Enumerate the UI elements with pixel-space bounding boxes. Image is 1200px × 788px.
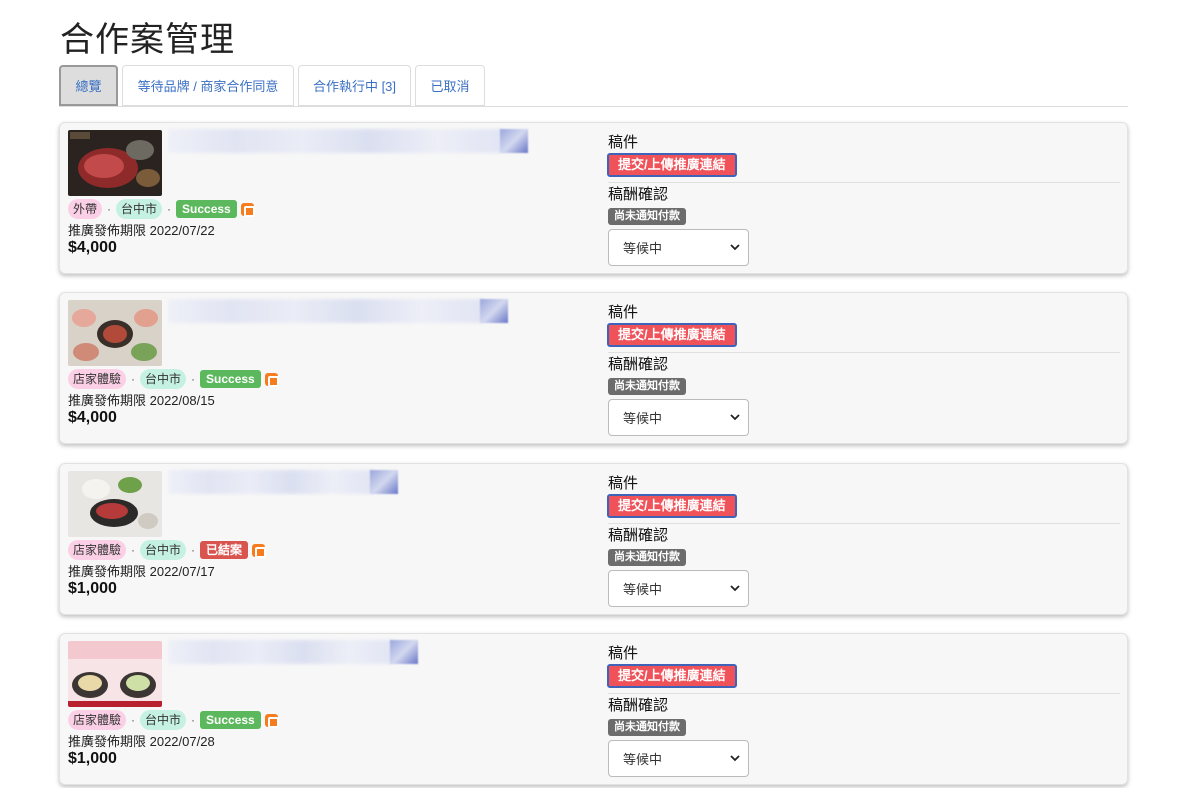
price: $4,000 bbox=[68, 239, 117, 256]
submit-link-button[interactable]: 提交/上傳推廣連結 bbox=[607, 153, 737, 177]
submit-link-button[interactable]: 提交/上傳推廣連結 bbox=[607, 494, 737, 518]
status-select[interactable]: 等候中 bbox=[608, 740, 749, 777]
select-value: 等候中 bbox=[623, 582, 663, 597]
separator-dot: · bbox=[191, 372, 196, 386]
payment-label: 稿酬確認 bbox=[608, 356, 669, 373]
payment-status-badge: 尚未通知付款 bbox=[608, 719, 686, 736]
city-tag: 台中市 bbox=[140, 540, 187, 560]
status-select[interactable]: 等候中 bbox=[608, 229, 749, 266]
blurred-title bbox=[168, 299, 484, 323]
separator-dot: · bbox=[131, 713, 136, 727]
blurred-title bbox=[390, 640, 418, 664]
separator-dot: · bbox=[131, 543, 136, 557]
payment-status-badge: 尚未通知付款 bbox=[608, 549, 686, 566]
separator-dot: · bbox=[167, 202, 172, 216]
payment-label: 稿酬確認 bbox=[608, 186, 669, 203]
tag-row: 店家體驗 · 台中市 · Success bbox=[68, 369, 279, 389]
submission-label: 稿件 bbox=[608, 134, 639, 151]
publish-deadline: 推廣發佈期限 2022/07/17 bbox=[68, 564, 215, 579]
publish-deadline: 推廣發佈期限 2022/08/15 bbox=[68, 393, 215, 408]
separator-dot: · bbox=[191, 713, 196, 727]
city-tag: 台中市 bbox=[140, 710, 187, 730]
city-tag: 台中市 bbox=[116, 199, 163, 219]
chevron-down-icon bbox=[730, 755, 740, 762]
payment-label: 稿酬確認 bbox=[608, 697, 669, 714]
blurred-title bbox=[168, 470, 374, 494]
tab-bar: 總覽 等待品牌 / 商家合作同意 合作執行中 [3] 已取消 bbox=[59, 65, 1128, 107]
blurred-title bbox=[168, 129, 504, 153]
case-card: 店家體驗 · 台中市 · Success 推廣發佈期限 2022/07/28 $… bbox=[59, 633, 1128, 785]
price: $4,000 bbox=[68, 409, 117, 426]
blurred-title bbox=[168, 640, 394, 664]
separator-dot: · bbox=[131, 372, 136, 386]
chevron-down-icon bbox=[730, 585, 740, 592]
type-tag: 店家體驗 bbox=[68, 710, 127, 730]
blogger-icon[interactable] bbox=[252, 543, 267, 558]
case-thumbnail[interactable] bbox=[68, 300, 162, 366]
price: $1,000 bbox=[68, 750, 117, 767]
case-thumbnail[interactable] bbox=[68, 471, 162, 537]
blogger-icon[interactable] bbox=[264, 372, 279, 387]
publish-deadline: 推廣發佈期限 2022/07/22 bbox=[68, 223, 215, 238]
divider bbox=[608, 693, 1120, 694]
case-card: 外帶 · 台中市 · Success 推廣發佈期限 2022/07/22 $4,… bbox=[59, 122, 1128, 274]
select-value: 等候中 bbox=[623, 411, 663, 426]
case-thumbnail[interactable] bbox=[68, 130, 162, 196]
tag-row: 店家體驗 · 台中市 · Success bbox=[68, 710, 279, 730]
payment-status-badge: 尚未通知付款 bbox=[608, 378, 686, 395]
status-select[interactable]: 等候中 bbox=[608, 570, 749, 607]
tab-in-progress[interactable]: 合作執行中 [3] bbox=[298, 65, 411, 106]
select-value: 等候中 bbox=[623, 241, 663, 256]
divider bbox=[608, 523, 1120, 524]
blurred-title bbox=[500, 129, 528, 153]
tab-overview[interactable]: 總覽 bbox=[59, 65, 118, 106]
blurred-title bbox=[480, 299, 508, 323]
status-badge: Success bbox=[176, 200, 237, 218]
separator-dot: · bbox=[107, 202, 112, 216]
submit-link-button[interactable]: 提交/上傳推廣連結 bbox=[607, 323, 737, 347]
type-tag: 店家體驗 bbox=[68, 540, 127, 560]
blurred-title bbox=[370, 470, 398, 494]
blogger-icon[interactable] bbox=[264, 713, 279, 728]
chevron-down-icon bbox=[730, 244, 740, 251]
status-select[interactable]: 等候中 bbox=[608, 399, 749, 436]
publish-deadline: 推廣發佈期限 2022/07/28 bbox=[68, 734, 215, 749]
page-title: 合作案管理 bbox=[60, 20, 235, 60]
divider bbox=[608, 182, 1120, 183]
case-card: 店家體驗 · 台中市 · 已結案 推廣發佈期限 2022/07/17 $1,00… bbox=[59, 463, 1128, 615]
price: $1,000 bbox=[68, 580, 117, 597]
status-badge: Success bbox=[200, 711, 261, 729]
tag-row: 店家體驗 · 台中市 · 已結案 bbox=[68, 540, 267, 560]
divider bbox=[608, 352, 1120, 353]
chevron-down-icon bbox=[730, 414, 740, 421]
submit-link-button[interactable]: 提交/上傳推廣連結 bbox=[607, 664, 737, 688]
separator-dot: · bbox=[191, 543, 196, 557]
payment-label: 稿酬確認 bbox=[608, 527, 669, 544]
payment-status-badge: 尚未通知付款 bbox=[608, 208, 686, 225]
tab-pending-approval[interactable]: 等待品牌 / 商家合作同意 bbox=[122, 65, 294, 106]
submission-label: 稿件 bbox=[608, 645, 639, 662]
status-badge: Success bbox=[200, 370, 261, 388]
case-card: 店家體驗 · 台中市 · Success 推廣發佈期限 2022/08/15 $… bbox=[59, 292, 1128, 444]
type-tag: 店家體驗 bbox=[68, 369, 127, 389]
tab-cancelled[interactable]: 已取消 bbox=[415, 65, 485, 106]
case-thumbnail[interactable] bbox=[68, 641, 162, 707]
submission-label: 稿件 bbox=[608, 475, 639, 492]
submission-label: 稿件 bbox=[608, 304, 639, 321]
select-value: 等候中 bbox=[623, 752, 663, 767]
tag-row: 外帶 · 台中市 · Success bbox=[68, 199, 255, 219]
type-tag: 外帶 bbox=[68, 199, 103, 219]
blogger-icon[interactable] bbox=[240, 202, 255, 217]
status-badge: 已結案 bbox=[200, 541, 249, 559]
city-tag: 台中市 bbox=[140, 369, 187, 389]
